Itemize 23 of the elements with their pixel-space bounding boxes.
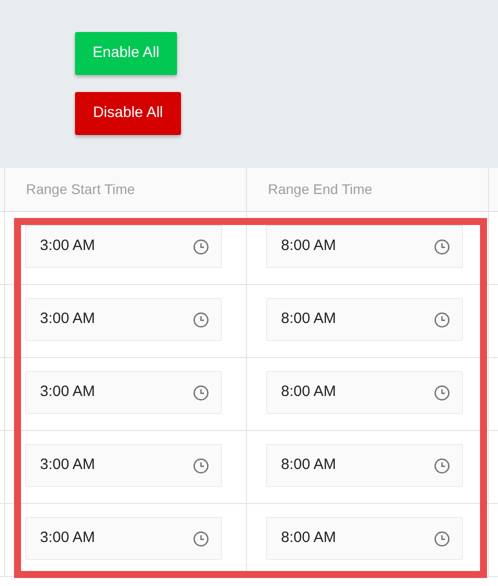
time-field[interactable]: 3:00 AM bbox=[25, 225, 222, 268]
clock-icon bbox=[434, 530, 450, 546]
clock-icon bbox=[434, 238, 450, 254]
column-header: Range End Time bbox=[268, 180, 372, 199]
clock-icon bbox=[193, 458, 209, 474]
time-field[interactable]: 3:00 AM bbox=[25, 517, 222, 560]
column-header: Range Start Time bbox=[26, 180, 135, 199]
clock-icon bbox=[193, 238, 209, 254]
time-field[interactable]: 8:00 AM bbox=[266, 444, 463, 487]
clock-icon bbox=[193, 384, 209, 400]
clock-icon bbox=[434, 312, 450, 328]
time-field[interactable]: 8:00 AM bbox=[266, 517, 463, 560]
clock-icon bbox=[193, 530, 209, 546]
time-field[interactable]: 8:00 AM bbox=[266, 225, 463, 268]
time-field[interactable]: 3:00 AM bbox=[25, 371, 222, 414]
time-field[interactable]: 3:00 AM bbox=[25, 298, 222, 341]
time-field[interactable]: 8:00 AM bbox=[266, 298, 463, 341]
time-field[interactable]: 3:00 AM bbox=[25, 444, 222, 487]
disable-all-button[interactable]: Disable All bbox=[75, 92, 181, 135]
clock-icon bbox=[434, 384, 450, 400]
clock-icon bbox=[193, 312, 209, 328]
time-field[interactable]: 8:00 AM bbox=[266, 371, 463, 414]
clock-icon bbox=[434, 458, 450, 474]
